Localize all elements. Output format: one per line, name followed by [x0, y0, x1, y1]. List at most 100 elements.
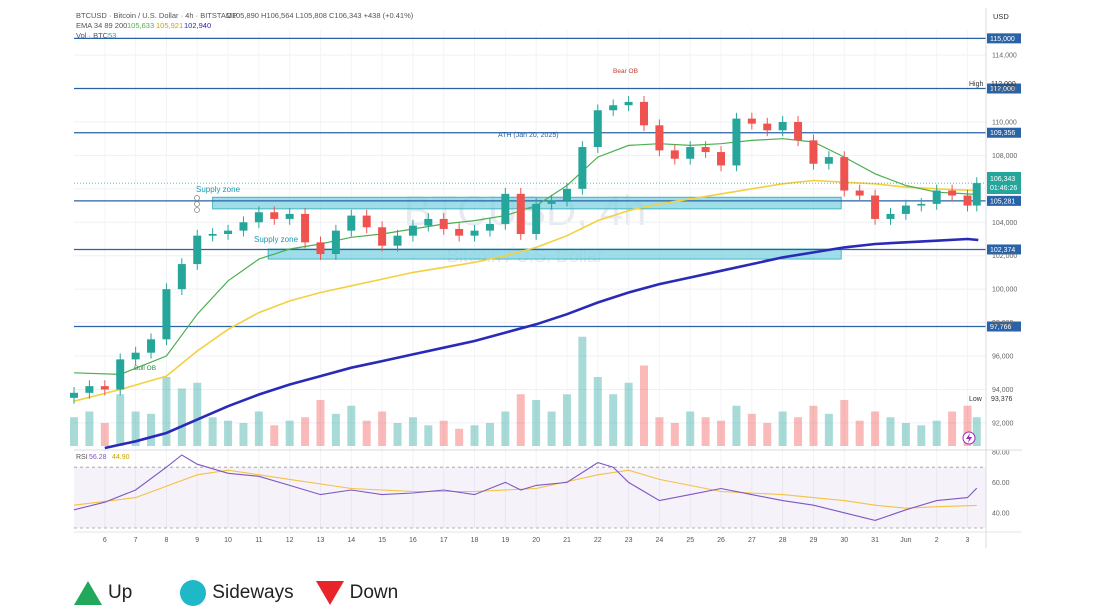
date-tick-label: 14: [347, 537, 355, 544]
date-tick-label: 28: [779, 537, 787, 544]
candle-body: [501, 193, 510, 224]
volume-bar: [439, 420, 448, 446]
ema34-value: 105,633: [127, 21, 154, 30]
volume-bar: [609, 394, 618, 446]
rsi-band: [74, 467, 986, 528]
date-tick-label: 10: [224, 537, 232, 544]
supply-zone-label-1: Supply zone: [196, 185, 241, 194]
high-label: High: [969, 81, 984, 88]
price-tick-label: 98,000: [992, 320, 1014, 327]
price-chart[interactable]: BTCUSD, 4h Bitcoin / U.S. Dollar 115,000…: [0, 0, 1098, 613]
candle-body: [516, 193, 525, 234]
candle-body: [378, 227, 387, 246]
price-tick-label: 94,000: [992, 387, 1014, 394]
bull-ob-label: Bull OB: [134, 365, 156, 372]
volume-bar: [331, 413, 340, 446]
date-tick-label: 29: [810, 537, 818, 544]
candle-body: [670, 150, 679, 159]
volume-bar: [624, 382, 633, 446]
rsi-tick-label: 60.00: [992, 480, 1010, 487]
volume-bar: [932, 420, 941, 446]
volume-bar: [347, 405, 356, 446]
volume-bar: [794, 417, 803, 446]
volume-bar: [224, 420, 233, 446]
ema200-value: 102,940: [184, 21, 211, 30]
volume-bar: [501, 411, 510, 446]
candle-body: [424, 218, 433, 226]
date-tick-label: Jun: [900, 537, 911, 544]
rsi-tick-label: 80.00: [992, 450, 1010, 457]
volume-bar: [301, 417, 310, 446]
date-tick-label: 13: [317, 537, 325, 544]
candle-body: [224, 230, 233, 234]
rsi-ma-value: 44.90: [112, 454, 130, 461]
date-tick-label: 15: [378, 537, 386, 544]
candle-body: [131, 352, 140, 360]
date-tick-label: 24: [656, 537, 664, 544]
price-tick-label: 108,000: [992, 153, 1017, 160]
countdown-value: 01:46:26: [990, 185, 1017, 192]
candle-body: [932, 190, 941, 204]
volume-bar: [362, 420, 371, 446]
date-tick-label: 18: [471, 537, 479, 544]
volume-bar: [871, 411, 880, 446]
volume-bar: [116, 394, 125, 446]
candle-body: [609, 105, 618, 111]
volume-bar: [717, 420, 726, 446]
ath-label: ATH (Jan 20, 2025): [498, 132, 559, 139]
candle-body: [701, 147, 710, 153]
candle-body: [948, 190, 957, 196]
price-tick-label: 92,000: [992, 420, 1014, 427]
legend-down-label: Down: [349, 582, 399, 603]
volume-bar: [147, 413, 156, 446]
volume-bar: [455, 428, 464, 446]
volume-bar: [824, 413, 833, 446]
legend-sideways: Sideways: [180, 580, 294, 606]
legend-up-label: Up: [108, 582, 133, 603]
candle-body: [794, 121, 803, 141]
candle-body: [593, 110, 602, 148]
vol-label: Vol · BTC: [76, 31, 109, 40]
candle-body: [640, 101, 648, 126]
volume-bar: [393, 423, 402, 446]
ema-label: EMA 34 89 200: [76, 21, 127, 30]
candle-body: [763, 123, 772, 131]
volume-bar: [424, 425, 433, 446]
date-tick-label: 9: [195, 537, 199, 544]
candle-body: [655, 125, 664, 151]
volume-bar: [516, 394, 525, 446]
volume-bar: [162, 377, 171, 446]
candle-body: [347, 215, 356, 231]
legend-down: Down: [315, 581, 399, 605]
level-badge-label: 109,356: [990, 130, 1015, 137]
down-triangle-icon: [315, 581, 344, 605]
volume-bar: [778, 411, 787, 446]
candle-body: [972, 183, 981, 206]
volume-bar: [547, 411, 556, 446]
candle-body: [901, 205, 910, 214]
price-tick-label: 114,000: [992, 53, 1017, 60]
candle-body: [732, 118, 741, 166]
zone-handle-1[interactable]: [194, 195, 200, 201]
volume-bar: [809, 405, 818, 446]
zone-handle-3[interactable]: [194, 207, 200, 213]
candle-body: [578, 147, 587, 189]
zone-handle-2[interactable]: [194, 201, 200, 207]
trend-legend: Up Sideways Down: [74, 580, 420, 606]
rsi-label: RSI: [76, 454, 88, 461]
candle-body: [485, 223, 494, 231]
candle-body: [778, 121, 787, 131]
volume-bar: [670, 423, 679, 446]
bear-ob-label: Bear OB: [613, 68, 638, 75]
date-tick-label: 16: [409, 537, 417, 544]
candle-body: [809, 140, 818, 164]
date-tick-label: 8: [164, 537, 168, 544]
sideways-circle-icon: [180, 580, 207, 606]
volume-bar: [640, 365, 648, 446]
price-tick-label: 100,000: [992, 287, 1017, 294]
volume-bar: [70, 417, 78, 446]
vol-value: 53: [108, 31, 116, 40]
candle-body: [239, 222, 248, 231]
candle-body: [455, 228, 464, 236]
candle-body: [470, 230, 479, 236]
